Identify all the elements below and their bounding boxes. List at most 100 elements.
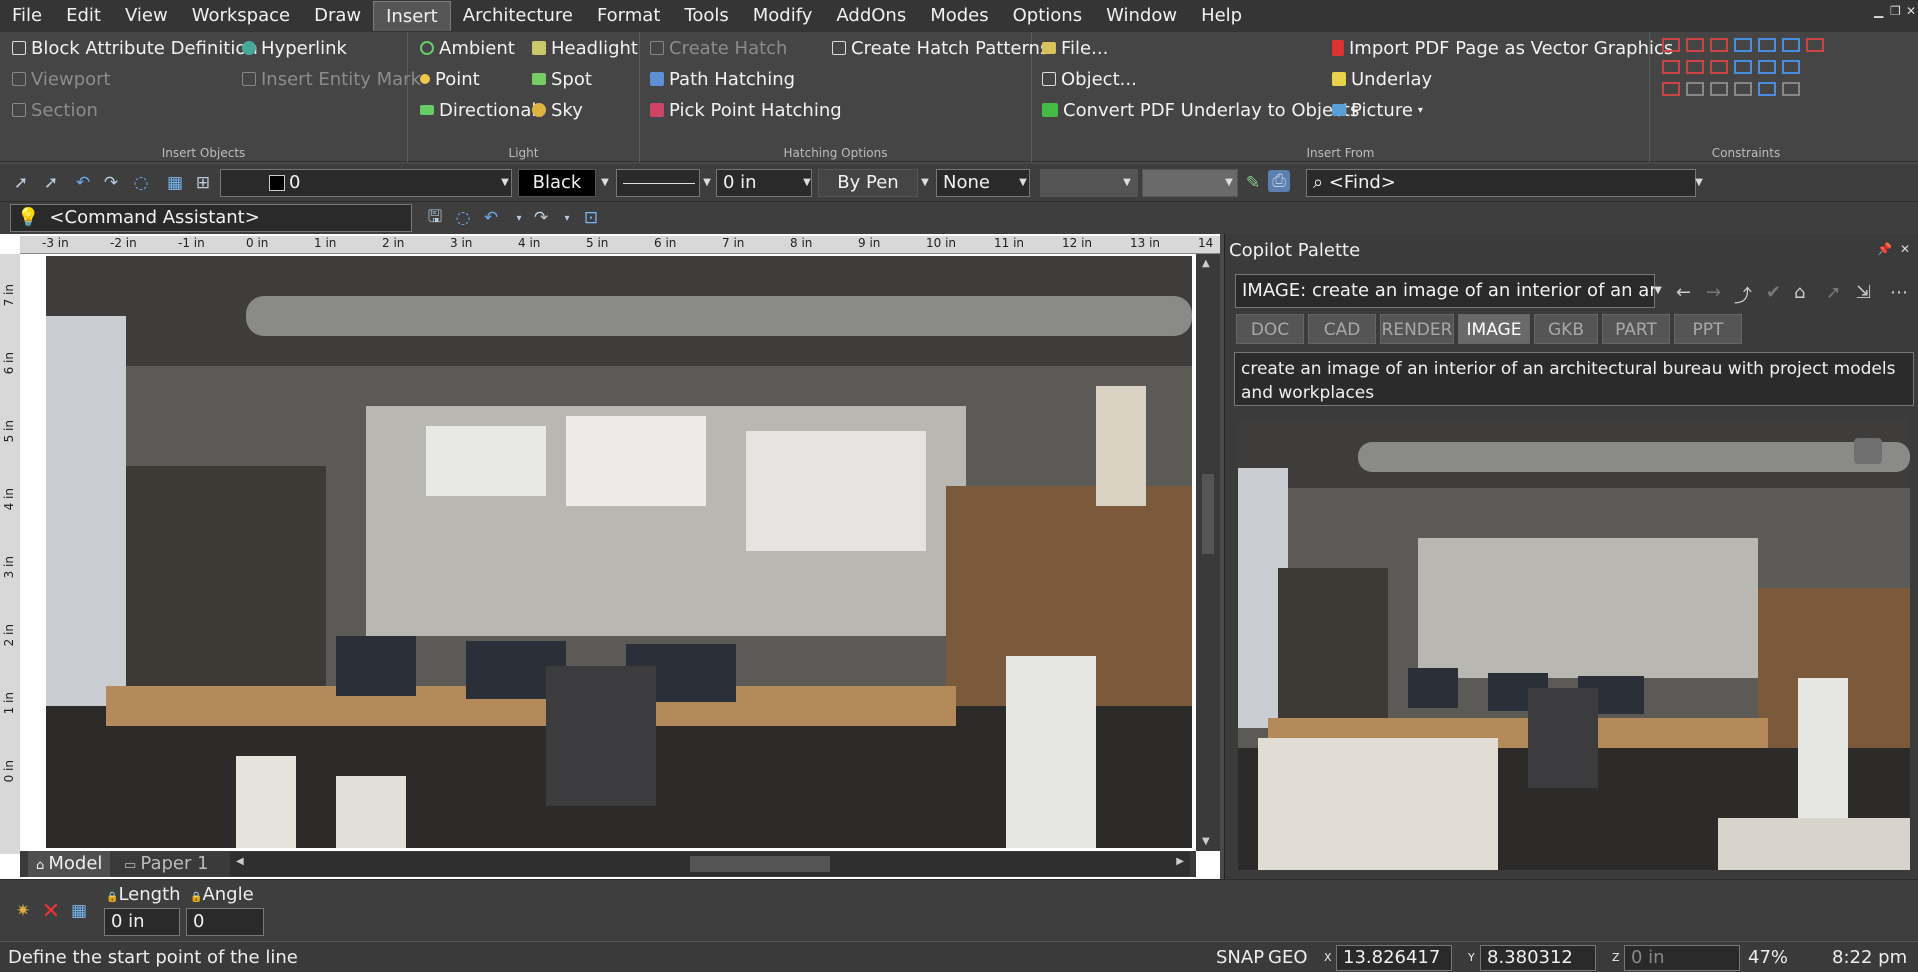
magic-wand-icon[interactable]: ✷ [12,900,34,922]
path-hatching-button[interactable]: Path Hatching [650,65,795,93]
copilot-query-input[interactable]: IMAGE: create an image of an interior of… [1235,274,1655,308]
tab-part[interactable]: PART [1602,314,1670,344]
color-select[interactable]: Black [518,169,596,197]
minimize-icon[interactable]: ▁ [1874,4,1883,18]
chevron-down-icon[interactable]: ▼ [1120,169,1134,197]
back-arrow-icon[interactable]: ← [1676,282,1691,303]
length-input[interactable]: 0 in [104,908,180,936]
pin-icon[interactable]: 📌 [1877,242,1892,256]
chevron-down-icon[interactable]: ▾ [556,207,578,229]
constraint-icon[interactable] [1662,60,1680,74]
copilot-prompt-text[interactable]: create an image of an interior of an arc… [1234,352,1914,406]
menu-workspace[interactable]: Workspace [180,1,302,31]
menu-file[interactable]: File [0,1,54,31]
save-icon[interactable]: 🖫 [424,207,446,229]
constraint-icon[interactable] [1686,82,1704,96]
lasso-icon[interactable]: ◌ [130,172,152,194]
menu-insert[interactable]: Insert [373,1,451,31]
close-icon[interactable]: ✕ [1906,4,1916,18]
chevron-right-icon[interactable]: ▶ [1176,856,1184,867]
constraint-icon[interactable] [1758,82,1776,96]
image-menu-icon[interactable] [1854,438,1882,464]
menu-edit[interactable]: Edit [54,1,113,31]
linestyle-select[interactable] [616,169,700,197]
tab-render[interactable]: RENDER [1380,314,1454,344]
menu-format[interactable]: Format [585,1,672,31]
block-attribute-definition-button[interactable]: Block Attribute Definition [12,34,258,62]
menu-draw[interactable]: Draw [302,1,373,31]
layers-icon[interactable]: ⊞ [192,172,214,194]
create-hatch-button[interactable]: Create Hatch [650,34,787,62]
table-icon[interactable]: ▦ [68,900,90,922]
insert-to-drawing-icon[interactable]: ⇲ [1856,282,1871,303]
menu-options[interactable]: Options [1001,1,1094,31]
cursor-icon[interactable]: ➚ [1826,282,1841,303]
sky-light-button[interactable]: Sky [532,96,583,124]
redo-icon[interactable]: ↷ [530,207,552,229]
menu-architecture[interactable]: Architecture [451,1,585,31]
constraint-icon[interactable] [1734,60,1752,74]
insert-object-button[interactable]: Object... [1042,65,1137,93]
tab-model[interactable]: ⌂ Model [28,851,111,877]
convert-pdf-underlay-button[interactable]: Convert PDF Underlay to Objects [1042,96,1359,124]
select-plus-icon[interactable]: ➚ [40,172,62,194]
z-coordinate[interactable]: 0 in [1624,945,1740,971]
ambient-button[interactable]: Ambient [420,34,515,62]
restore-icon[interactable]: ❐ [1890,4,1901,18]
section-button[interactable]: Section [12,96,98,124]
command-icon[interactable]: ⊡ [580,207,602,229]
import-pdf-vector-button[interactable]: Import PDF Page as Vector Graphics [1332,34,1673,62]
share-icon[interactable]: ⤴ [1734,282,1752,308]
constraint-icon[interactable] [1806,38,1824,52]
underlay-button[interactable]: Underlay [1332,65,1432,93]
tab-doc[interactable]: DOC [1236,314,1304,344]
y-coordinate[interactable]: 8.380312 in [1480,945,1596,972]
menu-modify[interactable]: Modify [741,1,825,31]
undo-icon[interactable]: ↶ [480,207,502,229]
chevron-down-icon[interactable]: ▾ [508,207,530,229]
snap-toggle[interactable]: SNAP [1216,942,1264,972]
viewport-button[interactable]: Viewport [12,65,111,93]
cancel-icon[interactable]: ✕ [40,899,62,924]
lasso-icon[interactable]: ◌ [452,207,474,229]
vertical-scrollbar[interactable]: ▲ ▼ [1196,254,1220,851]
tab-gkb[interactable]: GKB [1534,314,1598,344]
menu-window[interactable]: Window [1094,1,1189,31]
spot-light-button[interactable]: Spot [532,65,592,93]
constraint-icon[interactable] [1734,82,1752,96]
create-hatch-patterns-button[interactable]: Create Hatch Patterns [832,34,1049,62]
headlight-button[interactable]: Headlight [532,34,638,62]
scroll-thumb[interactable] [690,856,830,872]
constraint-icon[interactable] [1662,82,1680,96]
scroll-thumb[interactable] [1202,474,1214,554]
home-icon[interactable]: ⌂ [1794,282,1805,303]
brush-icon[interactable]: ✎ [1242,172,1264,194]
pick-point-hatching-button[interactable]: Pick Point Hatching [650,96,842,124]
more-icon[interactable]: ⋯ [1890,282,1908,303]
x-coordinate[interactable]: 13.826417 in [1336,945,1452,972]
chevron-down-icon[interactable]: ▼ [1692,169,1706,197]
constraint-icon[interactable] [1782,38,1800,52]
geo-toggle[interactable]: GEO [1268,942,1308,972]
chevron-down-icon[interactable]: ▼ [598,169,612,197]
constraint-icon[interactable] [1782,82,1800,96]
picture-button[interactable]: Picture ▾ [1332,96,1423,124]
redo-icon[interactable]: ↷ [100,172,122,194]
constraint-icon[interactable] [1662,38,1680,52]
print-icon[interactable]: ⎙ [1268,170,1290,192]
tab-cad[interactable]: CAD [1308,314,1376,344]
insert-file-button[interactable]: File... [1042,34,1108,62]
close-icon[interactable]: ✕ [1900,242,1910,256]
chevron-down-icon[interactable]: ▼ [498,169,512,197]
horizontal-scrollbar[interactable]: ◀ ▶ [230,852,1190,876]
constraint-icon[interactable] [1710,82,1728,96]
hyperlink-button[interactable]: Hyperlink [242,34,347,62]
constraint-icon[interactable] [1686,60,1704,74]
chevron-down-icon[interactable]: ▼ [1222,169,1236,197]
constraint-icon[interactable] [1710,60,1728,74]
tab-paper-1[interactable]: ▭ Paper 1 [116,851,217,877]
constraint-icon[interactable] [1734,38,1752,52]
constraint-icon[interactable] [1758,38,1776,52]
command-assistant-input[interactable]: 💡 <Command Assistant> [10,204,412,232]
point-light-button[interactable]: Point [420,65,480,93]
